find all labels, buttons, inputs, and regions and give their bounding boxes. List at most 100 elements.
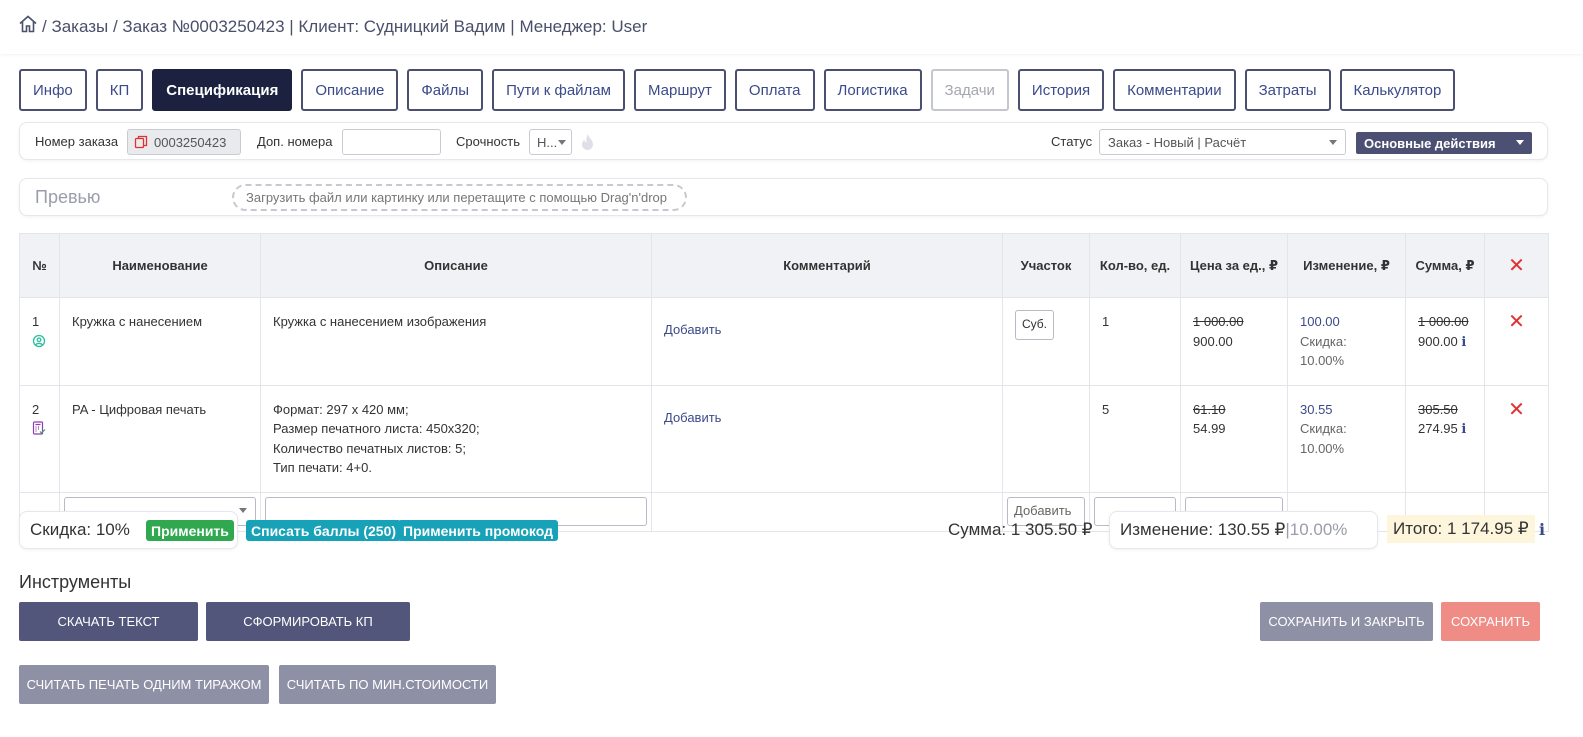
table-header-row: № Наименование Описание Комментарий Учас… [19,233,1549,298]
row-description-line: Тип печати: 4+0. [273,460,372,475]
change-value[interactable]: 100.00 [1300,312,1393,332]
breadcrumb-text[interactable]: / Заказы / Заказ №0003250423 | Клиент: С… [42,17,647,37]
discount-text: Скидка: 10.00% [1300,421,1347,456]
specification-table: № Наименование Описание Комментарий Учас… [19,233,1549,532]
tools-title: Инструменты [19,572,132,592]
order-number-label: Номер заказа [35,134,119,149]
add-comment-link[interactable]: Добавить [664,410,721,425]
tab-tasks[interactable]: Задачи [930,69,1009,111]
tab-file-paths[interactable]: Пути к файлам [492,69,625,111]
row-number: 2 [32,401,40,417]
tab-comments[interactable]: Комментарии [1113,69,1236,111]
col-sum: Сумма, ₽ [1405,233,1485,298]
col-change: Изменение, ₽ [1287,233,1406,298]
summary-bar: Скидка: 10% Применить Списать баллы (250… [19,511,1548,549]
info-icon[interactable]: i [1539,520,1545,539]
tab-logistics[interactable]: Логистика [823,69,922,111]
add-comment-link[interactable]: Добавить [664,322,721,337]
delete-all-icon[interactable]: ✕ [1485,256,1548,276]
apply-discount-button[interactable]: Применить [146,520,234,541]
change-total: Изменение: 130.55 ₽ [1120,520,1286,539]
tab-info[interactable]: Инфо [19,69,87,111]
tab-description[interactable]: Описание [301,69,399,111]
table-row: 2 PA - Цифровая печать Формат: 297 х 420… [19,384,1549,493]
tab-files[interactable]: Файлы [407,69,484,111]
copy-icon[interactable] [134,135,148,149]
info-icon[interactable]: i [1461,422,1466,437]
preview-card: Превью Загрузить файл или картинку или п… [19,178,1548,216]
order-number-value: 0003250423 [154,134,227,150]
status-label: Статус [1051,134,1093,149]
discount-text: Скидка: 10.00% [1300,333,1347,369]
urgency-value: Н... [537,134,558,150]
tab-history[interactable]: История [1017,69,1105,111]
col-section: Участок [1002,233,1090,298]
sum-new: 900.00 [1418,333,1458,349]
row-quantity[interactable]: 1 [1089,297,1181,386]
sum-total: Сумма: 1 305.50 ₽ [948,520,1093,539]
row-name: PA - Цифровая печать [59,384,261,493]
unit-price-old: 61.10 [1193,401,1226,417]
col-quantity: Кол-во, ед. [1089,233,1181,298]
sum-old: 305.50 [1418,401,1458,417]
main-actions-dropdown[interactable]: Основные действия [1356,132,1532,154]
chevron-down-icon [1516,140,1524,145]
form-kp-button[interactable]: Сформировать КП [206,602,410,641]
row-number: 1 [32,314,40,329]
status-value: Заказ - Новый | Расчёт [1108,134,1247,150]
write-off-points-button[interactable]: Списать баллы (250) [246,520,402,541]
delete-all-cell: ✕ [1484,233,1549,298]
file-dropzone[interactable]: Загрузить файл или картинку или перетащи… [232,184,687,211]
tab-kp[interactable]: КП [95,69,144,111]
download-text-button[interactable]: Скачать текст [19,602,198,641]
col-number: № [19,233,60,298]
print-one-run-button[interactable]: Считать печать одним тиражом [19,665,269,704]
sum-new: 274.95 [1418,421,1458,436]
delete-row-icon[interactable]: ✕ [1497,312,1536,332]
tab-calculator[interactable]: Калькулятор [1339,69,1456,111]
col-name: Наименование [59,233,261,298]
home-icon[interactable] [18,14,38,39]
tab-payment[interactable]: Оплата [734,69,815,111]
col-description: Описание [260,233,652,298]
discount-label: Скидка: 10% [30,520,130,539]
status-select[interactable]: Заказ - Новый | Расчёт [1099,129,1346,155]
save-button[interactable]: Сохранить [1441,602,1540,641]
unit-price-old: 1 000.00 [1193,314,1244,329]
delete-row-icon[interactable]: ✕ [1497,400,1536,420]
tab-route[interactable]: Маршрут [633,69,726,111]
breadcrumb: / Заказы / Заказ №0003250423 | Клиент: С… [18,14,647,39]
tab-bar: Инфо КП Спецификация Описание Файлы Пути… [19,69,1456,111]
row-name: Кружка с нанесением [59,297,261,386]
change-percent: 10.00% [1289,520,1348,539]
urgency-select[interactable]: Н... [529,129,572,155]
row-description-line: Кружка с нанесением изображения [273,314,487,329]
main-actions-label: Основные действия [1364,135,1496,151]
apply-promocode-button[interactable]: Применить промокод [398,520,558,541]
row-quantity[interactable]: 5 [1089,384,1181,493]
col-unit-price: Цена за ед., ₽ [1180,233,1288,298]
row-section[interactable] [1002,384,1090,493]
min-cost-button[interactable]: Считать по мин.стоимости [279,665,496,704]
order-header-card: Номер заказа 0003250423 Доп. номера Сроч… [19,122,1548,160]
urgency-label: Срочность [456,134,520,149]
info-icon[interactable]: i [1461,335,1466,350]
tab-specification[interactable]: Спецификация [152,69,293,111]
tab-costs[interactable]: Затраты [1244,69,1331,111]
order-number-field[interactable]: 0003250423 [127,129,241,155]
extra-numbers-input[interactable] [342,129,441,155]
save-and-close-button[interactable]: Сохранить и закрыть [1260,602,1433,641]
col-comment: Комментарий [651,233,1003,298]
unit-price-new: 900.00 [1193,333,1233,349]
row-description-line: Размер печатного листа: 450х320; [273,421,480,436]
change-value[interactable]: 30.55 [1300,400,1393,420]
user-circle-icon [32,334,46,348]
grand-total: Итого: 1 174.95 ₽ [1387,515,1535,543]
extra-numbers-label: Доп. номера [257,134,333,149]
sum-old: 1 000.00 [1418,314,1469,329]
fire-icon[interactable] [581,134,594,150]
change-pill: Изменение: 130.55 ₽ | 10.00% [1109,511,1378,549]
section-button[interactable]: Суб. [1015,310,1055,340]
chevron-down-icon [1329,140,1337,145]
unit-price-new: 54.99 [1193,421,1226,436]
